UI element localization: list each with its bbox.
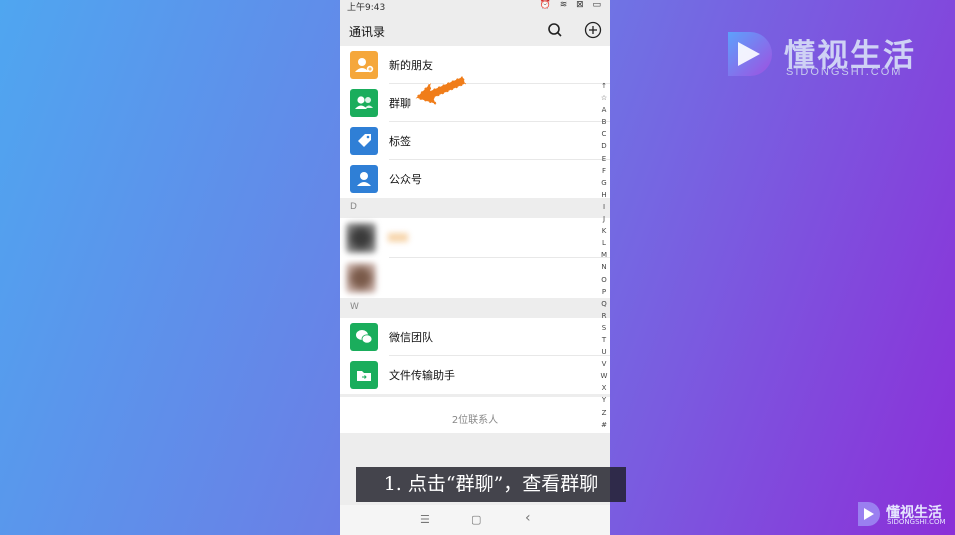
index-letter[interactable]: ↑: [598, 80, 610, 92]
tag-icon: [350, 127, 378, 155]
index-letter[interactable]: N: [598, 261, 610, 273]
section-header-d: D: [340, 198, 610, 218]
menu-nav-icon[interactable]: ☰: [420, 513, 430, 526]
index-letter[interactable]: A: [598, 104, 610, 116]
status-icons: ⏰ ≋ ⊠ ▭: [539, 0, 604, 10]
tutorial-caption: 1. 点击“群聊”，查看群聊: [356, 467, 626, 502]
index-letter[interactable]: #: [598, 419, 610, 431]
contact-count: 2位联系人: [340, 397, 610, 433]
section-header-w: W: [340, 298, 610, 318]
index-letter[interactable]: L: [598, 237, 610, 249]
section-letter: D: [350, 202, 357, 212]
file-transfer-item[interactable]: 文件传输助手: [340, 356, 610, 394]
index-letter[interactable]: V: [598, 358, 610, 370]
watermark-domain-small: SIDONGSHI.COM: [887, 518, 946, 526]
index-letter[interactable]: M: [598, 249, 610, 261]
index-letter[interactable]: O: [598, 274, 610, 286]
index-letter[interactable]: F: [598, 165, 610, 177]
status-bar: 上午9:43 ⏰ ≋ ⊠ ▭: [340, 0, 610, 13]
avatar: [346, 223, 376, 253]
play-logo-icon: [858, 502, 880, 526]
add-friend-icon: [350, 51, 378, 79]
new-friends-label: 新的朋友: [389, 59, 433, 72]
index-letter[interactable]: S: [598, 322, 610, 334]
index-letter[interactable]: U: [598, 346, 610, 358]
page-title: 通讯录: [349, 25, 386, 39]
group-chat-label: 群聊: [389, 97, 411, 110]
back-nav-icon[interactable]: ‹: [525, 510, 531, 526]
index-letter[interactable]: Q: [598, 298, 610, 310]
index-letter[interactable]: C: [598, 128, 610, 140]
pointer-arrow-icon: [413, 74, 467, 107]
avatar: [346, 263, 376, 293]
index-letter[interactable]: ☆: [598, 92, 610, 104]
system-navbar: ☰ ▢ ‹: [340, 505, 610, 535]
index-letter[interactable]: E: [598, 153, 610, 165]
new-friends-item[interactable]: 新的朋友: [340, 46, 610, 84]
index-letter[interactable]: G: [598, 177, 610, 189]
tags-label: 标签: [389, 135, 411, 148]
status-time: 上午9:43: [347, 3, 386, 13]
group-chat-item[interactable]: 群聊: [340, 84, 610, 122]
index-letter[interactable]: X: [598, 382, 610, 394]
official-accounts-label: 公众号: [389, 173, 422, 186]
index-letter[interactable]: K: [598, 225, 610, 237]
index-letter[interactable]: Z: [598, 407, 610, 419]
index-letter[interactable]: R: [598, 310, 610, 322]
phone-screen: 上午9:43 ⏰ ≋ ⊠ ▭ 通讯录 新的朋友 群聊 标签 公众号 D W 微信…: [340, 0, 610, 535]
index-letter[interactable]: I: [598, 201, 610, 213]
index-letter[interactable]: H: [598, 189, 610, 201]
index-letter[interactable]: J: [598, 213, 610, 225]
index-letter[interactable]: T: [598, 334, 610, 346]
wechat-icon: [350, 323, 378, 351]
contact-count-label: 2位联系人: [451, 415, 499, 426]
section-letter: W: [350, 302, 359, 312]
index-letter[interactable]: B: [598, 116, 610, 128]
index-letter[interactable]: W: [598, 370, 610, 382]
contact-row-blurred[interactable]: [340, 218, 610, 258]
watermark-logo-small: 懂视生活 SIDONGSHI.COM: [856, 500, 952, 530]
contact-row-blurred[interactable]: [340, 258, 610, 298]
wechat-team-item[interactable]: 微信团队: [340, 318, 610, 356]
official-account-icon: [350, 165, 378, 193]
app-header: 通讯录: [340, 14, 610, 46]
index-letter[interactable]: Y: [598, 394, 610, 406]
watermark-domain: SIDONGSHI.COM: [786, 66, 903, 78]
wechat-team-label: 微信团队: [389, 331, 433, 344]
folder-icon: [350, 361, 378, 389]
alphabet-index[interactable]: ↑ ☆ A B C D E F G H I J K L M N O P Q R S T U V W X Y Z #: [598, 80, 610, 431]
tags-item[interactable]: 标签: [340, 122, 610, 160]
add-circle-icon[interactable]: [584, 21, 602, 39]
play-logo-icon: [728, 32, 772, 76]
blurred-name: [388, 233, 408, 242]
search-icon[interactable]: [547, 22, 563, 38]
group-chat-icon: [350, 89, 378, 117]
watermark-logo: 懂视生活 SIDONGSHI.COM: [724, 28, 924, 88]
index-letter[interactable]: P: [598, 286, 610, 298]
index-letter[interactable]: D: [598, 140, 610, 152]
official-accounts-item[interactable]: 公众号: [340, 160, 610, 198]
file-transfer-label: 文件传输助手: [389, 369, 455, 382]
home-nav-icon[interactable]: ▢: [471, 513, 481, 526]
